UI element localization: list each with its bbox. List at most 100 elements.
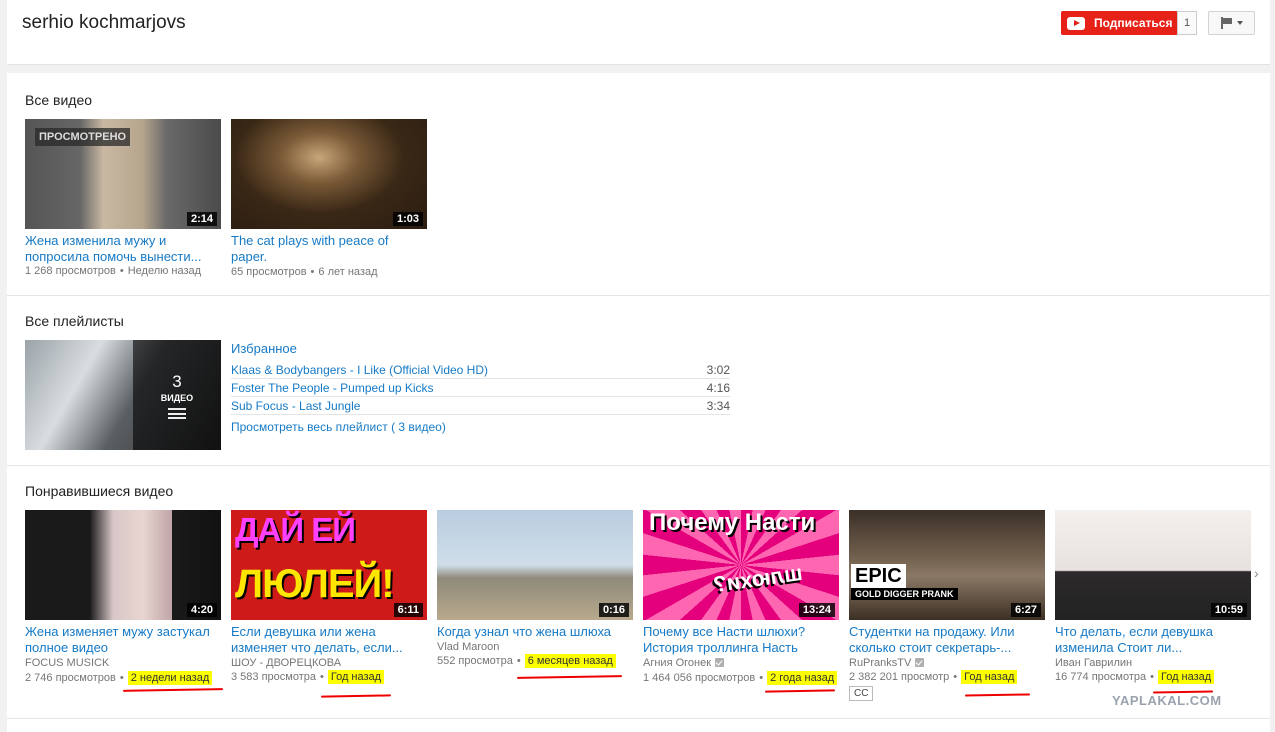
watermark: YAPLAKAL.COM	[1112, 693, 1222, 708]
duration-badge: 13:24	[798, 603, 835, 617]
video-meta: 2 382 201 просмотр • Год назад	[849, 670, 1054, 684]
video-meta: 1 268 просмотров • Неделю назад	[25, 265, 202, 277]
video-thumbnail[interactable]: ДАЙ ЕЙ ЛЮЛЕЙ! 6:11	[231, 510, 427, 620]
video-meta: 1 464 056 просмотров • 2 года назад	[643, 671, 848, 685]
video-title[interactable]: Жена изменяет мужу застукал полное видео	[25, 624, 221, 656]
playlist-count: 3	[172, 371, 182, 391]
channel-header: serhio kochmarjovs Подписаться 1	[7, 0, 1270, 65]
red-underline	[516, 675, 623, 679]
video-title[interactable]: Студентки на продажу. Или сколько стоит …	[849, 624, 1045, 656]
video-thumbnail[interactable]: ПРОСМОТРЕНО 2:14	[25, 119, 221, 229]
video-thumbnail[interactable]: Почему Насти шлюхи? 13:24	[643, 510, 839, 620]
video-thumbnail[interactable]: 4:20	[25, 510, 221, 620]
channel-link[interactable]: ШОУ - ДВОРЕЦКОВА	[231, 657, 427, 669]
thumbnail-caption: GOLD DIGGER PRANK	[851, 588, 958, 600]
playlist-item[interactable]: Klaas & Bodybangers - I Like (Official V…	[231, 361, 730, 379]
video-title[interactable]: Что делать, если девушка изменила Стоит …	[1055, 624, 1251, 656]
thumbnail-caption: EPIC	[851, 564, 906, 588]
video-title[interactable]: Если девушка или жена изменяет что делат…	[231, 624, 427, 656]
duration-badge: 4:20	[186, 603, 217, 617]
duration-badge: 0:16	[598, 603, 629, 617]
video-thumbnail[interactable]: 0:16	[437, 510, 633, 620]
playlist-item-duration: 3:34	[706, 398, 730, 413]
video-title[interactable]: The cat plays with peace of paper.	[231, 233, 427, 265]
red-underline	[964, 693, 1031, 697]
video-meta: 2 746 просмотров • 2 недели назад	[25, 671, 230, 685]
verified-icon	[715, 658, 725, 667]
subscribe-label: Подписаться	[1094, 16, 1173, 30]
playlist-item-title: Klaas & Bodybangers - I Like (Official V…	[231, 362, 489, 377]
thumbnail-caption: шлюхи?	[711, 559, 804, 598]
section-divider	[7, 718, 1270, 719]
section-title-all-videos[interactable]: Все видео	[25, 92, 92, 108]
chevron-right-icon[interactable]: ›	[1254, 565, 1259, 581]
view-count: 1 268 просмотров	[25, 265, 116, 277]
playlist-count-label: ВИДЕО	[160, 392, 194, 403]
upload-age: Неделю назад	[127, 265, 202, 277]
youtube-icon	[1067, 16, 1085, 30]
channel-name[interactable]: serhio kochmarjovs	[22, 12, 186, 34]
view-count: 2 382 201 просмотр	[849, 671, 950, 683]
playlist-name[interactable]: Избранное	[231, 341, 297, 356]
subscribe-button[interactable]: Подписаться	[1061, 11, 1178, 35]
view-count: 1 464 056 просмотров	[643, 672, 756, 684]
duration-badge: 1:03	[392, 212, 423, 226]
duration-badge: 6:27	[1010, 603, 1041, 617]
red-underline	[122, 688, 224, 692]
channel-link[interactable]: Vlad Maroon	[437, 641, 633, 653]
playlist-thumbnail[interactable]: 3 ВИДЕО	[25, 340, 221, 450]
thumbnail-caption: Почему Насти	[649, 510, 816, 536]
video-meta: 16 774 просмотра • Год назад	[1055, 670, 1260, 684]
section-title-playlists[interactable]: Все плейлисты	[25, 313, 124, 329]
channel-link[interactable]: FOCUS MUSICK	[25, 657, 221, 669]
channel-name: RuPranksTV	[849, 657, 912, 669]
playlist-item[interactable]: Sub Focus - Last Jungle 3:34	[231, 397, 730, 415]
playlist-item-duration: 3:02	[706, 362, 730, 377]
verified-icon	[915, 658, 925, 667]
view-count: 552 просмотра	[437, 655, 513, 667]
channel-link[interactable]: Иван Гаврилин	[1055, 657, 1251, 669]
thumbnail-caption: ДАЙ ЕЙ	[235, 511, 356, 548]
chevron-down-icon	[1236, 21, 1243, 25]
upload-age: Год назад	[327, 670, 385, 684]
video-thumbnail[interactable]: EPIC GOLD DIGGER PRANK 6:27	[849, 510, 1045, 620]
channel-link[interactable]: RuPranksTV	[849, 657, 1045, 669]
upload-age: 2 недели назад	[127, 671, 213, 685]
view-count: 2 746 просмотров	[25, 672, 116, 684]
flag-icon	[1220, 17, 1233, 29]
playlist-item-title: Foster The People - Pumped up Kicks	[231, 380, 434, 395]
closed-captions-badge: CC	[849, 686, 874, 701]
thumbnail-caption: ЛЮЛЕЙ!	[235, 562, 395, 606]
section-divider	[7, 465, 1270, 466]
channel-content: Все видео ПРОСМОТРЕНО 2:14 Жена изменила…	[7, 73, 1270, 732]
duration-badge: 2:14	[186, 212, 217, 226]
playlist-overlay: 3 ВИДЕО	[133, 340, 221, 450]
view-count: 16 774 просмотра	[1055, 671, 1147, 683]
red-underline	[320, 694, 392, 698]
channel-name: Агния Огонек	[643, 657, 712, 669]
video-meta: 552 просмотра • 6 месяцев назад	[437, 654, 642, 668]
view-count: 3 583 просмотра	[231, 671, 316, 683]
view-count: 65 просмотров	[231, 266, 307, 278]
red-underline	[764, 689, 836, 693]
upload-age: 2 года назад	[767, 671, 838, 685]
playlist-item-duration: 4:16	[706, 380, 730, 395]
upload-age: Год назад	[1157, 670, 1215, 684]
video-title[interactable]: Почему все Насти шлюхи? История троллинг…	[643, 624, 839, 656]
playlist-item[interactable]: Foster The People - Pumped up Kicks 4:16	[231, 379, 730, 397]
playlist-item-title: Sub Focus - Last Jungle	[231, 398, 361, 413]
upload-age: 6 месяцев назад	[524, 654, 616, 668]
video-thumbnail[interactable]: 10:59	[1055, 510, 1251, 620]
duration-badge: 10:59	[1210, 603, 1247, 617]
video-title[interactable]: Жена изменила мужу и попросила помочь вы…	[25, 233, 221, 265]
channel-link[interactable]: Агния Огонек	[643, 657, 839, 669]
playlist-icon	[168, 407, 186, 419]
video-title[interactable]: Когда узнал что жена шлюха	[437, 624, 633, 640]
watched-badge: ПРОСМОТРЕНО	[35, 128, 131, 146]
section-title-liked[interactable]: Понравившиеся видео	[25, 483, 173, 499]
report-button[interactable]	[1208, 11, 1255, 35]
view-full-playlist-link[interactable]: Просмотреть весь плейлист ( 3 видео)	[231, 420, 446, 434]
upload-age: Год назад	[961, 670, 1018, 684]
video-thumbnail[interactable]: 1:03	[231, 119, 427, 229]
upload-age: 6 лет назад	[318, 266, 378, 278]
